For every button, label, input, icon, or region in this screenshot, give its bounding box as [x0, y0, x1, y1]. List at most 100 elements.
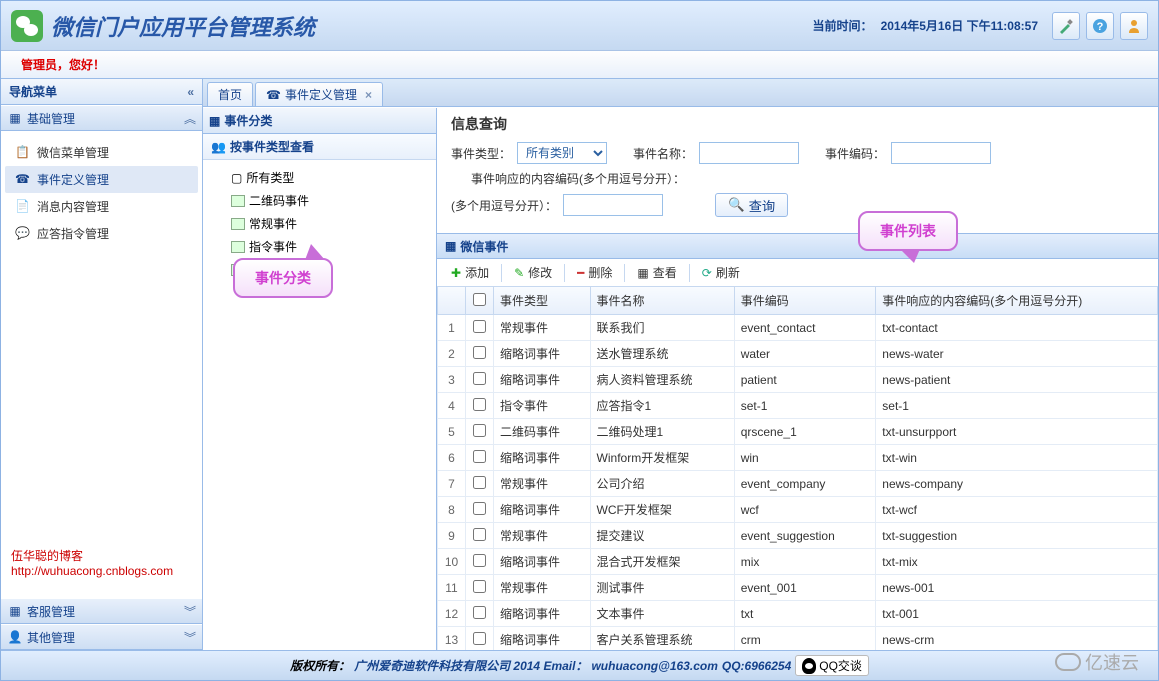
table-row[interactable]: 3 缩略词事件 病人资料管理系统 patient news-patient [438, 367, 1158, 393]
edit-button[interactable]: ✎修改 [506, 261, 560, 284]
sheet-icon: ▦ [637, 266, 648, 280]
table-row[interactable]: 8 缩略词事件 WCF开发框架 wcf txt-wcf [438, 497, 1158, 523]
grid-toolbar: ✚添加 ✎修改 ━删除 ▦查看 ⟳刷新 [437, 259, 1158, 287]
row-checkbox[interactable] [473, 554, 486, 567]
accordion-service[interactable]: ▦ 客服管理 ︾ [1, 598, 202, 624]
nav-reply-cmd[interactable]: 💬应答指令管理 [5, 220, 198, 247]
tree-item[interactable]: 二维码事件 [213, 189, 426, 212]
nav-sidebar: 导航菜单 « ▦ 基础管理 ︽ 📋微信菜单管理 ☎事件定义管理 📄消息内容管理 … [1, 79, 203, 650]
row-checkbox[interactable] [473, 320, 486, 333]
close-icon[interactable]: × [365, 88, 372, 102]
wechat-logo-icon [11, 10, 43, 42]
row-checkbox[interactable] [473, 632, 486, 645]
app-title: 微信门户应用平台管理系统 [51, 10, 315, 42]
settings-button[interactable] [1052, 12, 1080, 40]
table-row[interactable]: 1 常规事件 联系我们 event_contact txt-contact [438, 315, 1158, 341]
tab-bar: 首页 ☎事件定义管理× [203, 79, 1158, 107]
table-row[interactable]: 4 指令事件 应答指令1 set-1 set-1 [438, 393, 1158, 419]
search-title: 信息查询 [451, 114, 1144, 134]
row-checkbox[interactable] [473, 502, 486, 515]
qq-number[interactable]: QQ:6966254 [722, 659, 791, 673]
name-input[interactable] [699, 142, 799, 164]
row-checkbox[interactable] [473, 424, 486, 437]
user-button[interactable] [1120, 12, 1148, 40]
plus-icon: ✚ [451, 266, 461, 280]
col-name[interactable]: 事件名称 [590, 287, 734, 315]
grid-title: ▦微信事件 [437, 233, 1158, 259]
grid-icon: ▦ [445, 239, 456, 253]
app-header: 微信门户应用平台管理系统 当前时间：2014年5月16日 下午11:08:57 … [1, 1, 1158, 51]
chevron-down-icon: ︾ [184, 629, 196, 646]
current-time-label: 当前时间：2014年5月16日 下午11:08:57 [813, 17, 1046, 34]
col-resp[interactable]: 事件响应的内容编码(多个用逗号分开) [876, 287, 1158, 315]
code-input[interactable] [891, 142, 991, 164]
tab-home[interactable]: 首页 [207, 82, 253, 106]
search-area: 信息查询 事件类型： 所有类别 事件名称： 事件编码： 事件响应的内容编码(多个… [437, 108, 1158, 233]
table-row[interactable]: 9 常规事件 提交建议 event_suggestion txt-suggest… [438, 523, 1158, 549]
row-checkbox[interactable] [473, 476, 486, 489]
nav-event-def[interactable]: ☎事件定义管理 [5, 166, 198, 193]
add-button[interactable]: ✚添加 [443, 261, 497, 284]
tab-event-def[interactable]: ☎事件定义管理× [255, 82, 383, 106]
query-button[interactable]: 🔍查询 [715, 193, 788, 217]
row-checkbox[interactable] [473, 528, 486, 541]
minus-icon: ━ [577, 266, 584, 280]
nav-message-content[interactable]: 📄消息内容管理 [5, 193, 198, 220]
table-row[interactable]: 7 常规事件 公司介绍 event_company news-company [438, 471, 1158, 497]
refresh-button[interactable]: ⟳刷新 [694, 261, 748, 284]
row-checkbox[interactable] [473, 580, 486, 593]
table-row[interactable]: 11 常规事件 测试事件 event_001 news-001 [438, 575, 1158, 601]
col-code[interactable]: 事件编码 [734, 287, 876, 315]
email-link[interactable]: wuhuacong@163.com [591, 659, 717, 673]
chevron-up-icon: ︽ [184, 110, 196, 127]
sheet-icon [231, 241, 245, 253]
table-row[interactable]: 2 缩略词事件 送水管理系统 water news-water [438, 341, 1158, 367]
tree-item[interactable]: ▢所有类型 [213, 166, 426, 189]
resp-label-cont: (多个用逗号分开）： [451, 197, 557, 214]
doc-icon: ▢ [231, 171, 242, 185]
data-grid: 事件类型 事件名称 事件编码 事件响应的内容编码(多个用逗号分开) 1 常规事件… [437, 287, 1158, 650]
qq-penguin-icon [802, 658, 816, 674]
category-subtitle: 👥按事件类型查看 [203, 134, 436, 160]
cloud-icon [1055, 653, 1081, 671]
collapse-icon[interactable]: « [187, 85, 194, 99]
view-button[interactable]: ▦查看 [629, 261, 684, 284]
module-icon: ▦ [7, 110, 23, 126]
resp-label: 事件响应的内容编码(多个用逗号分开）： [471, 170, 685, 187]
type-label: 事件类型： [451, 145, 511, 162]
grid-icon: ▦ [209, 114, 220, 128]
category-panel-title: ▦事件分类 [203, 108, 436, 134]
row-checkbox[interactable] [473, 346, 486, 359]
type-select[interactable]: 所有类别 [517, 142, 607, 164]
row-checkbox[interactable] [473, 372, 486, 385]
delete-button[interactable]: ━删除 [569, 261, 620, 284]
refresh-icon: ⟳ [702, 266, 712, 280]
table-row[interactable]: 10 缩略词事件 混合式开发框架 mix txt-mix [438, 549, 1158, 575]
doc-icon: 📄 [15, 199, 31, 215]
greeting-bar: 管理员，您好！ [1, 51, 1158, 79]
chevron-down-icon: ︾ [184, 603, 196, 620]
qq-chat-button[interactable]: QQ交谈 [795, 655, 869, 676]
phone-icon: ☎ [266, 88, 281, 102]
tree-item[interactable]: 常规事件 [213, 212, 426, 235]
row-checkbox[interactable] [473, 398, 486, 411]
table-row[interactable]: 12 缩略词事件 文本事件 txt txt-001 [438, 601, 1158, 627]
table-row[interactable]: 13 缩略词事件 客户关系管理系统 crm news-crm [438, 627, 1158, 651]
row-checkbox[interactable] [473, 450, 486, 463]
sidebar-title: 导航菜单 « [1, 79, 202, 105]
name-label: 事件名称： [633, 145, 693, 162]
resp-input[interactable] [563, 194, 663, 216]
help-button[interactable]: ? [1086, 12, 1114, 40]
accordion-other[interactable]: 👤 其他管理 ︾ [1, 624, 202, 650]
table-row[interactable]: 5 二维码事件 二维码处理1 qrscene_1 txt-unsurpport [438, 419, 1158, 445]
chat-icon: 💬 [15, 226, 31, 242]
nav-wechat-menu[interactable]: 📋微信菜单管理 [5, 139, 198, 166]
table-row[interactable]: 6 缩略词事件 Winform开发框架 win txt-win [438, 445, 1158, 471]
col-type[interactable]: 事件类型 [494, 287, 591, 315]
footer: 版权所有： 广州爱奇迪软件科技有限公司 2014 Email： wuhuacon… [1, 650, 1158, 680]
row-checkbox[interactable] [473, 606, 486, 619]
user-green-icon: 👤 [7, 629, 23, 645]
blog-link[interactable]: 伍华聪的博客 http://wuhuacong.cnblogs.com [11, 547, 202, 578]
accordion-basic[interactable]: ▦ 基础管理 ︽ [1, 105, 202, 131]
col-checkall[interactable] [466, 287, 494, 315]
